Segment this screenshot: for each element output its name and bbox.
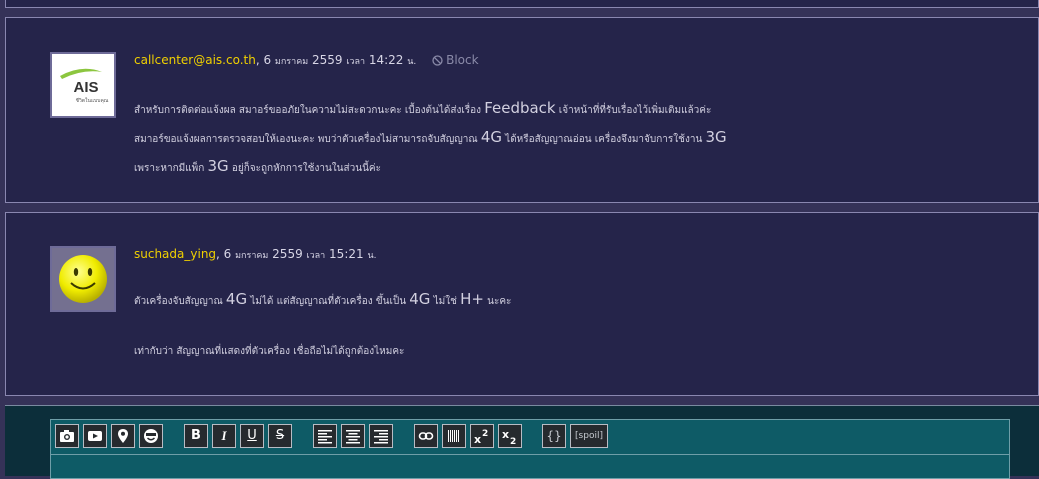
block-label: Block bbox=[446, 53, 479, 67]
align-right-icon bbox=[374, 430, 388, 444]
strikethrough-button[interactable]: S bbox=[268, 424, 292, 448]
align-right-button[interactable] bbox=[369, 424, 393, 448]
insert-video-button[interactable] bbox=[83, 424, 107, 448]
align-center-button[interactable] bbox=[341, 424, 365, 448]
post-month: มกราคม bbox=[274, 57, 309, 67]
post-line: สมาอร์ขอแจ้งผลการตรวจสอบให้เองนะคะ พบว่า… bbox=[134, 128, 727, 146]
author-link[interactable]: suchada_ying bbox=[134, 247, 216, 261]
reply-area: B I U S x2 x2 {} [spoil] bbox=[5, 405, 1039, 479]
post-time-suffix: น. bbox=[367, 251, 377, 261]
camera-icon bbox=[60, 430, 74, 442]
svg-text:x: x bbox=[502, 428, 509, 441]
comment-post: AIS ชีวิตในแบบคุณ callcenter@ais.co.th, … bbox=[5, 17, 1039, 203]
post-line: สำหรับการติดต่อแจ้งผล สมาอร์ขออภัยในความ… bbox=[134, 99, 712, 117]
svg-text:2: 2 bbox=[510, 437, 516, 445]
svg-text:2: 2 bbox=[482, 429, 488, 439]
post-time-word: เวลา bbox=[346, 57, 366, 67]
toolbar-divider bbox=[51, 454, 1009, 455]
post-time-word: เวลา bbox=[306, 251, 326, 261]
post-line: เพราะหากมีแพ็ก 3G อยู่ก็จะถูกหักการใช้งา… bbox=[134, 157, 381, 175]
post-line: ตัวเครื่องจับสัญญาณ 4G ไม่ได้ แต่สัญญาณท… bbox=[134, 290, 512, 308]
ais-logo: AIS ชีวิตในแบบคุณ bbox=[60, 68, 109, 104]
svg-text:x: x bbox=[474, 433, 481, 445]
author-link[interactable]: callcenter@ais.co.th bbox=[134, 53, 256, 67]
post-date: , 6 bbox=[216, 247, 236, 261]
post-meta: callcenter@ais.co.th, 6 มกราคม 2559 เวลา… bbox=[134, 53, 479, 68]
underline-button[interactable]: U bbox=[240, 424, 264, 448]
svg-text:ชีวิตในแบบคุณ: ชีวิตในแบบคุณ bbox=[76, 97, 109, 104]
code-button[interactable]: {} bbox=[542, 424, 566, 448]
reply-editor: B I U S x2 x2 {} [spoil] bbox=[50, 419, 1010, 479]
avatar[interactable]: AIS ชีวิตในแบบคุณ bbox=[50, 52, 116, 118]
post-body: สำหรับการติดต่อแจ้งผล สมาอร์ขออภัยในความ… bbox=[134, 95, 727, 182]
post-month: มกราคม bbox=[235, 251, 269, 261]
emoji-icon bbox=[144, 429, 158, 443]
insert-map-button[interactable] bbox=[111, 424, 135, 448]
page-break-icon bbox=[448, 430, 459, 442]
align-center-icon bbox=[346, 430, 360, 444]
post-meta: suchada_ying, 6 มกราคม 2559 เวลา 15:21 น… bbox=[134, 247, 376, 262]
insert-emoji-button[interactable] bbox=[139, 424, 163, 448]
post-date: , 6 bbox=[255, 53, 275, 67]
superscript-icon: x2 bbox=[474, 429, 488, 445]
insert-link-button[interactable] bbox=[414, 424, 438, 448]
subscript-button[interactable]: x2 bbox=[498, 424, 522, 448]
post-time: 15:21 bbox=[325, 247, 368, 261]
youtube-icon bbox=[88, 431, 102, 441]
link-icon bbox=[418, 432, 434, 440]
svg-text:AIS: AIS bbox=[73, 79, 98, 96]
previous-post-panel bbox=[5, 0, 1039, 8]
spoiler-button[interactable]: [spoil] bbox=[570, 424, 608, 448]
post-year: 2559 bbox=[268, 247, 307, 261]
block-button[interactable]: Block bbox=[432, 53, 479, 67]
bold-button[interactable]: B bbox=[184, 424, 208, 448]
smiley-face-icon bbox=[59, 255, 107, 303]
editor-toolbar: B I U S x2 x2 {} [spoil] bbox=[51, 420, 1009, 454]
italic-button[interactable]: I bbox=[212, 424, 236, 448]
block-icon bbox=[432, 55, 443, 66]
post-year: 2559 bbox=[308, 53, 347, 67]
avatar[interactable] bbox=[50, 246, 116, 312]
page-break-button[interactable] bbox=[442, 424, 466, 448]
post-time-suffix: น. bbox=[407, 57, 417, 67]
align-left-icon bbox=[318, 430, 332, 444]
comment-post: suchada_ying, 6 มกราคม 2559 เวลา 15:21 น… bbox=[5, 212, 1039, 396]
superscript-button[interactable]: x2 bbox=[470, 424, 494, 448]
post-line: เท่ากับว่า สัญญาณที่แสดงที่ตัวเครื่อง เช… bbox=[134, 346, 405, 357]
subscript-icon: x2 bbox=[502, 428, 516, 445]
align-left-button[interactable] bbox=[313, 424, 337, 448]
map-pin-icon bbox=[118, 429, 128, 443]
insert-image-button[interactable] bbox=[55, 424, 79, 448]
post-time: 14:22 bbox=[365, 53, 408, 67]
